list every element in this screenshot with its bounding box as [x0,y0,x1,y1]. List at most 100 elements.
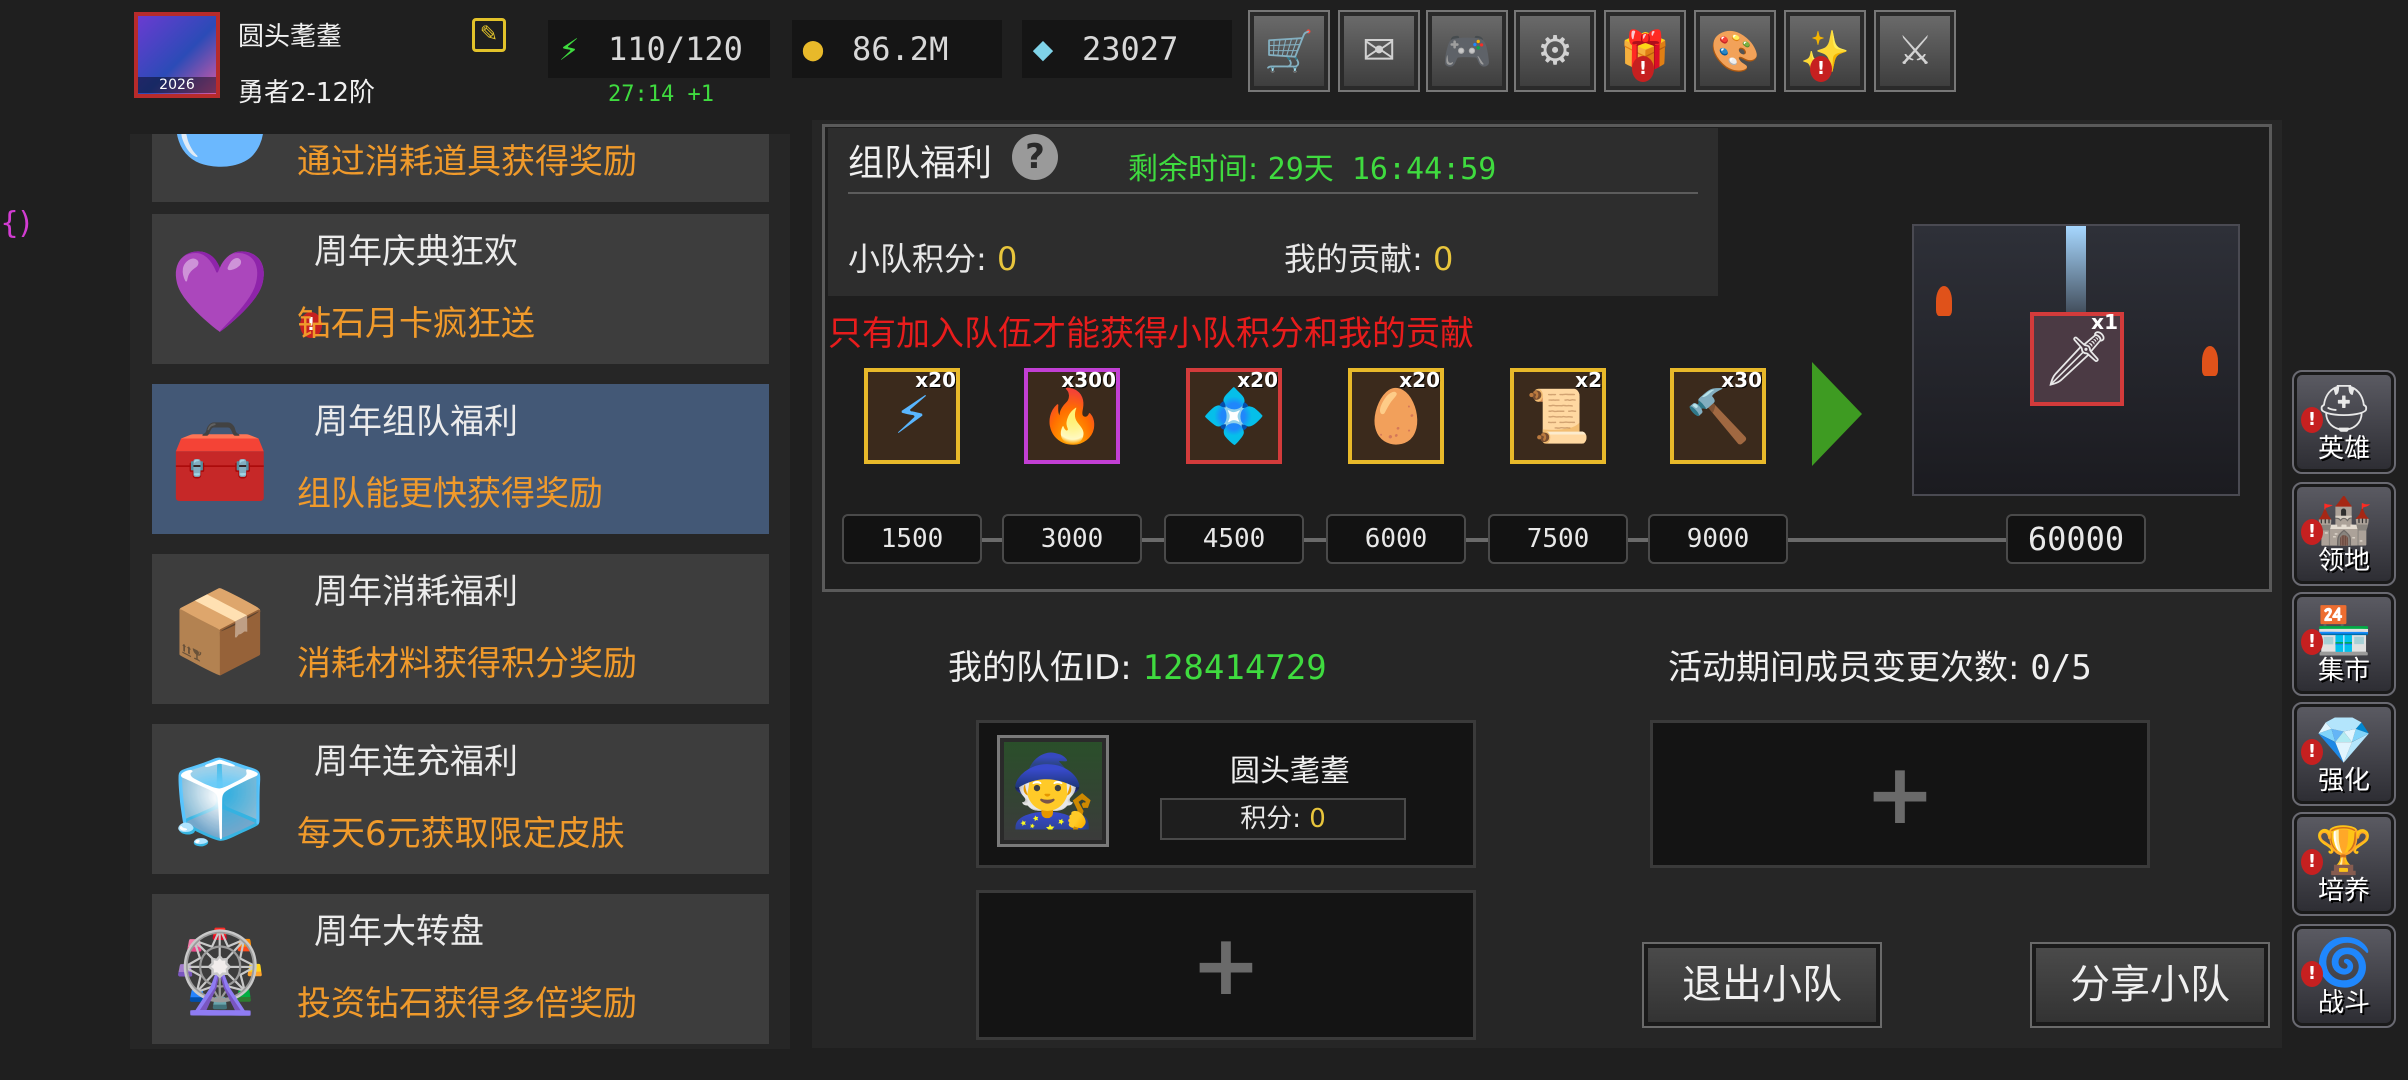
share-team-button[interactable]: 分享小队 [2030,942,2270,1028]
battle-button[interactable]: ⚔ [1874,10,1956,92]
alert-icon: ! [1810,56,1832,82]
member-name: 圆头耄耋 [1230,754,1350,789]
event-subtitle: 投资钻石获得多倍奖励 [297,984,637,1024]
milestone-3: 4500 [1164,514,1304,564]
help-icon[interactable]: ? [1012,134,1058,180]
shop-button[interactable]: 🛒 [1248,10,1330,92]
reward-item-4[interactable]: 🥚 x20 [1348,368,1444,464]
event-card-consume-items[interactable]: 🥣 通过消耗道具获得奖励 [152,134,769,202]
player-avatar[interactable]: 2026 [134,12,220,98]
leave-team-button[interactable]: 退出小队 [1642,942,1882,1028]
gear-icon: ⚙ [1537,28,1573,74]
settings-button[interactable]: ⚙ [1514,10,1596,92]
reward-item-1[interactable]: ⚡ x20 [864,368,960,464]
event-subtitle: 通过消耗道具获得奖励 [297,142,637,182]
nav-label: 英雄 [2317,434,2370,464]
milestone-6: 9000 [1648,514,1788,564]
my-contribution: 我的贡献: 0 [1284,234,1453,280]
gift-button[interactable]: 🎁 ! [1604,10,1686,92]
event-title: 周年庆典狂欢 [314,232,518,272]
event-title: 周年连充福利 [314,742,518,782]
event-card-team-benefit[interactable]: 🧰 周年组队福利 组队能更快获得奖励 [152,384,769,534]
bowl-icon: 🥣 [166,134,274,184]
mail-icon: ✉ [1362,28,1396,74]
member-score-value: 0 [1309,804,1326,834]
add-member-icon: + [1190,916,1262,1014]
team-id: 我的队伍ID: 128414729 [948,640,1327,689]
member-score: 积分: 0 [1160,798,1406,840]
nav-territory[interactable]: 🏰 ! 领地 [2292,482,2396,586]
reward-qty: x20 [1237,368,1278,392]
color-wheel-button[interactable]: 🎨 [1694,10,1776,92]
mail-button[interactable]: ✉ [1338,10,1420,92]
gamepad-button[interactable]: 🎮 [1426,10,1508,92]
member-change-count: 活动期间成员变更次数: 0/5 [1668,640,2092,689]
reward-item-2[interactable]: 🔥 x300 [1024,368,1120,464]
crystal-chest-icon: 🧊 [170,755,270,848]
member-avatar: 🧙 [997,735,1109,847]
event-list[interactable]: 🥣 通过消耗道具获得奖励 💜 周年庆典狂欢 ! 钻石月卡疯狂送 🧰 周年组队福利… [130,134,790,1049]
remaining-label: 剩余时间: [1128,152,1259,187]
my-contribution-value: 0 [1432,240,1454,278]
player-rank: 勇者2-12阶 [238,78,376,108]
milestone-final: 60000 [2006,514,2146,564]
reward-qty: x20 [1399,368,1440,392]
reward-item-5[interactable]: 📜 x2 [1510,368,1606,464]
avatar-year: 2026 [138,77,216,93]
skin-sprite-icon: 🗡 [2042,327,2112,390]
color-wheel-icon: 🎨 [1710,28,1760,75]
reward-qty: x30 [1721,368,1762,392]
event-title: 周年组队福利 [314,402,518,442]
team-score-label: 小队积分: [848,240,987,278]
event-card-consume-benefit[interactable]: 📦 周年消耗福利 消耗材料获得积分奖励 [152,554,769,704]
torch-icon [1936,286,1952,316]
reward-item-6[interactable]: 🔨 x30 [1670,368,1766,464]
event-card-big-wheel[interactable]: 🎡 周年大转盘 投资钻石获得多倍奖励 [152,894,769,1044]
member-change-label: 活动期间成员变更次数: [1668,648,2020,688]
team-id-value: 128414729 [1142,648,1327,688]
nav-label: 集市 [2317,656,2370,686]
member-slot-2[interactable]: + [1650,720,2150,868]
hammer-icon: 🔨 [1685,386,1751,447]
scroll-icon: 📜 [1525,386,1591,447]
event-subtitle: 消耗材料获得积分奖励 [297,644,637,684]
nav-enhance[interactable]: 💎 ! 强化 [2292,702,2396,806]
lightning-icon: ⚡ [893,386,931,446]
milestone-1: 1500 [842,514,982,564]
event-card-recharge-benefit[interactable]: 🧊 周年连充福利 每天6元获取限定皮肤 [152,724,769,874]
join-team-warning: 只有加入队伍才能获得小队积分和我的贡献 [828,314,1474,354]
grand-reward-item[interactable]: 🗡 x1 [2030,310,2124,406]
fireworks-button[interactable]: ✨ ! [1784,10,1866,92]
energy-counter: ⚡ 110/120 [548,20,770,78]
edge-marker: {) [0,206,31,241]
diamond-icon: ◆ [1032,29,1054,69]
energy-timer: 27:14 +1 [608,82,714,107]
milestone-5: 7500 [1488,514,1628,564]
team-score: 小队积分: 0 [848,234,1017,280]
event-subtitle: 钻石月卡疯狂送 [297,304,535,344]
cart-icon: 🛒 [1264,28,1314,75]
nav-label: 强化 [2317,766,2370,796]
open-chest-icon: 📦 [170,585,270,678]
nav-cultivate[interactable]: 🏆 ! 培养 [2292,812,2396,916]
remaining-value: 29天 16:44:59 [1267,152,1497,187]
diamond-value: 23027 [1082,30,1179,68]
reward-item-3[interactable]: 💠 x20 [1186,368,1282,464]
chevron-right-icon[interactable] [1812,362,1862,466]
game-screen: {) 2026 圆头耄耋 勇者2-12阶 ✎ ⚡ 110/120 27:14 +… [0,0,2408,1080]
energy-value: 110/120 [608,30,743,68]
edit-name-icon[interactable]: ✎ [472,18,506,52]
blue-rune-icon: 💠 [1201,386,1267,447]
panel-title: 组队福利 [848,143,993,184]
reward-qty: x20 [915,368,956,392]
wizard-icon: 🧙 [1009,749,1097,832]
reward-qty: x300 [1061,368,1116,392]
nav-battle[interactable]: 🌀 ! 战斗 [2292,924,2396,1028]
nav-market[interactable]: 🏪 ! 集市 [2292,592,2396,696]
event-card-anniversary-carnival[interactable]: 💜 周年庆典狂欢 ! 钻石月卡疯狂送 [152,214,769,364]
flame-orb-icon: 🔥 [1039,386,1105,447]
member-slot-3[interactable]: + [976,890,1476,1040]
nav-hero[interactable]: ⛑ ! 英雄 [2292,370,2396,474]
member-change-value: 0/5 [2030,648,2092,688]
nav-label: 领地 [2317,546,2370,576]
